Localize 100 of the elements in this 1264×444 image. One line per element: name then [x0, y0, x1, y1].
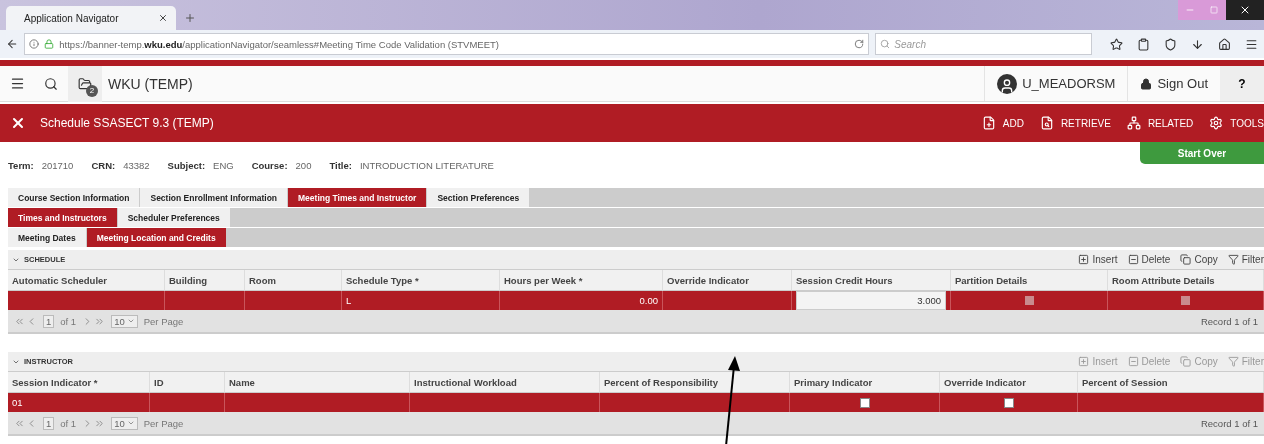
close-icon [1239, 4, 1251, 16]
column-header: Session Indicator * [8, 372, 150, 393]
close-button[interactable] [1226, 0, 1264, 20]
tab[interactable]: Scheduler Preferences [117, 208, 231, 227]
plus-icon [1078, 254, 1090, 265]
plus-icon [1078, 356, 1090, 367]
folder-button[interactable]: 2 [68, 65, 102, 102]
clipboard-icon[interactable] [1137, 37, 1150, 51]
page-count: of 1 [60, 417, 77, 429]
table-cell: 0.00 [500, 291, 663, 310]
column-header: ID [150, 372, 225, 393]
field-label: CRN: [91, 159, 116, 171]
lock-icon [1140, 77, 1153, 90]
tool-button[interactable]: Delete [1127, 254, 1171, 265]
per-page-label: Per Page [143, 315, 184, 327]
menu-icon [9, 76, 25, 91]
maximize-icon [1210, 6, 1218, 14]
folder-icon [78, 76, 92, 91]
help-button[interactable]: ? [1220, 66, 1264, 101]
lock-icon [44, 39, 55, 49]
minus-icon [1127, 356, 1139, 367]
back-icon[interactable] [6, 37, 19, 51]
caret-icon [126, 317, 135, 325]
field-value: 43382 [123, 159, 150, 171]
url-text: https://banner-temp.wku.edu/applicationNavigator/seamless#Meeting Time Code Validation (STVMEET) [59, 38, 500, 50]
table-cell: L [342, 291, 500, 310]
filter-icon [1227, 356, 1239, 367]
reload-icon[interactable] [854, 39, 865, 49]
info-icon[interactable] [29, 39, 40, 49]
search-icon [880, 39, 891, 49]
minus-icon [1127, 254, 1139, 265]
tab[interactable]: Meeting Times and Instructor [288, 188, 428, 207]
count-badge: 2 [86, 84, 98, 97]
tab[interactable]: Meeting Dates [8, 228, 87, 247]
page-field[interactable]: 1 [43, 416, 55, 430]
column-header: Session Credit Hours [792, 270, 951, 291]
details-marker[interactable] [1024, 296, 1034, 305]
column-header: Override Indicator [940, 372, 1078, 393]
tool-button[interactable]: Filter [1227, 254, 1264, 265]
page-field[interactable]: 1 [43, 314, 55, 328]
field-label: Course: [251, 159, 288, 171]
download-icon[interactable] [1191, 37, 1204, 51]
column-header: Primary Indicator [790, 372, 940, 393]
per-page-label: Per Page [143, 417, 184, 429]
column-header: Percent of Session [1078, 372, 1264, 393]
column-header: Partition Details [951, 270, 1108, 291]
column-header: Instructional Workload [410, 372, 600, 393]
filter-icon [1227, 254, 1239, 265]
menu-icon[interactable] [1245, 37, 1258, 51]
tool-button[interactable]: Copy [1180, 254, 1218, 265]
column-header: Room [245, 270, 342, 291]
column-header: Room Attribute Details [1108, 270, 1264, 291]
per-page-select[interactable]: 10 [111, 314, 138, 328]
tab[interactable]: Section Enrollment Information [140, 188, 289, 207]
toolbar-action[interactable]: RETRIEVE [1039, 116, 1111, 130]
per-page-select[interactable]: 10 [111, 416, 138, 430]
column-header: Override Indicator [663, 270, 792, 291]
new-tab-icon[interactable] [184, 12, 196, 24]
star-icon[interactable] [1110, 37, 1123, 51]
field-value: 200 [295, 159, 312, 171]
column-header: Percent of Responsibility [600, 372, 790, 393]
avatar-icon [997, 73, 1018, 94]
record-count: Record 1 of 1 [1200, 417, 1258, 429]
column-header: Automatic Scheduler [8, 270, 165, 291]
file-search-icon [1039, 116, 1054, 130]
close-icon[interactable] [158, 13, 168, 23]
field-value: ENG [213, 159, 234, 171]
hierarchy-icon [1126, 116, 1141, 130]
address-field[interactable]: https://banner-temp.wku.edu/applicationNavigator/seamless#Meeting Time Code Validation (STVMEET) [24, 33, 870, 55]
tab[interactable]: Meeting Location and Credits [86, 228, 227, 247]
caret-icon [126, 419, 135, 427]
tab[interactable]: Times and Instructors [8, 208, 118, 227]
tab[interactable]: Course Section Information [8, 188, 141, 207]
file-plus-icon [981, 116, 996, 130]
close-icon[interactable] [10, 115, 26, 131]
field-label: Subject: [167, 159, 206, 171]
column-header: Building [165, 270, 245, 291]
page-count: of 1 [60, 315, 77, 327]
browser-tab[interactable]: Application Navigator [6, 6, 176, 30]
toolbar-action[interactable]: ADD [981, 116, 1024, 130]
app-title: WKU (TEMP) [108, 75, 193, 92]
user-menu[interactable]: U_MEADORSM [984, 66, 1128, 101]
search-icon [44, 76, 58, 91]
column-header: Schedule Type * [342, 270, 500, 291]
toolbar-action[interactable]: RELATED [1126, 116, 1194, 130]
checkbox[interactable] [1003, 397, 1014, 408]
home-icon[interactable] [1218, 37, 1231, 51]
details-marker[interactable] [1181, 296, 1190, 305]
checkbox[interactable] [859, 397, 870, 408]
shield-icon[interactable] [1164, 37, 1177, 51]
credit-hours-field[interactable]: 3.000 [796, 291, 946, 310]
tab[interactable]: Section Preferences [427, 188, 531, 207]
column-header: Name [225, 372, 410, 393]
record-count: Record 1 of 1 [1200, 315, 1258, 327]
copy-icon [1180, 356, 1192, 367]
toolbar-action[interactable]: TOOLS [1209, 116, 1264, 130]
tool-button[interactable]: Insert [1078, 254, 1118, 265]
start-over-button[interactable]: Start Over [1140, 142, 1264, 164]
field-label: Term: [8, 159, 34, 171]
column-header: Hours per Week * [500, 270, 663, 291]
